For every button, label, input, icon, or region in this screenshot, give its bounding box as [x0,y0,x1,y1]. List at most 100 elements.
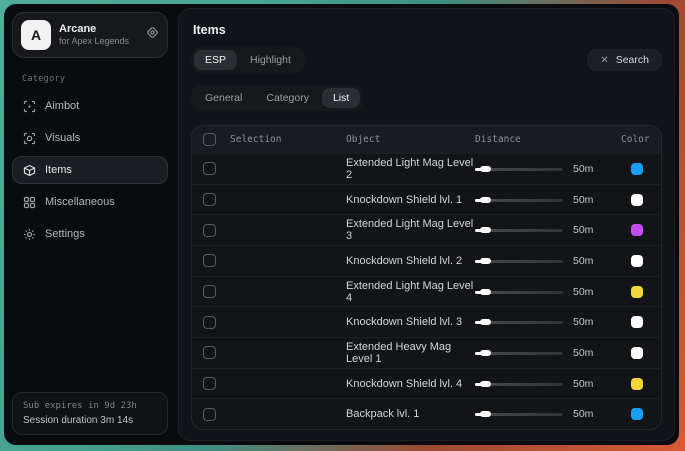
sidebar: A Arcane for Apex Legends Category Aimbo… [8,8,172,441]
distance-slider[interactable] [475,409,563,419]
table-row: Knockdown Shield lvl. 3 50m [192,306,661,337]
table-row: Extended Heavy Mag Level 1 50m [192,337,661,368]
row-checkbox[interactable] [203,316,216,329]
color-swatch[interactable] [631,224,643,236]
distance-value: 50m [573,316,593,328]
distance-value: 50m [573,255,593,267]
session-info-card: Sub expires in 9d 23h Session duration 3… [12,392,168,435]
slider-thumb[interactable] [480,289,491,295]
sidebar-item-miscellaneous[interactable]: Miscellaneous [12,188,168,216]
grid-icon [23,196,36,209]
table-header-row: Selection Object Distance Color [192,126,661,153]
row-checkbox[interactable] [203,162,216,175]
table-row: Knockdown Shield lvl. 2 50m [192,245,661,276]
slider-thumb[interactable] [480,227,491,233]
app-subtitle: for Apex Legends [59,36,138,47]
slider-thumb[interactable] [480,258,491,264]
color-swatch[interactable] [631,347,643,359]
color-swatch[interactable] [631,255,643,267]
object-name: Extended Light Mag Level 3 [346,218,475,242]
object-name: Knockdown Shield lvl. 3 [346,316,475,328]
page-title: Items [193,23,662,37]
tab-esp[interactable]: ESP [194,50,237,70]
sidebar-nav: Aimbot Visuals Items Miscellaneous Setti… [12,92,168,248]
tab-category[interactable]: Category [255,88,320,108]
x-icon: ✕ [600,55,608,66]
color-swatch[interactable] [631,378,643,390]
app-name: Arcane [59,23,138,37]
row-checkbox[interactable] [203,224,216,237]
row-checkbox[interactable] [203,193,216,206]
row-checkbox[interactable] [203,346,216,359]
column-header-object: Object [346,134,475,145]
object-name: Extended Heavy Mag Level 1 [346,341,475,365]
table-row: Backpack lvl. 1 50m [192,398,661,429]
distance-slider[interactable] [475,164,563,174]
object-name: Extended Light Mag Level 4 [346,280,475,304]
slider-thumb[interactable] [480,411,491,417]
distance-slider[interactable] [475,348,563,358]
object-name: Backpack lvl. 1 [346,408,475,420]
tab-highlight[interactable]: Highlight [239,50,302,70]
search-button[interactable]: ✕ Search [587,49,662,71]
sidebar-section-label: Category [22,74,168,84]
sidebar-item-visuals[interactable]: Visuals [12,124,168,152]
table-row: Extended Light Mag Level 2 50m [192,153,661,184]
distance-slider[interactable] [475,317,563,327]
table-row: Knockdown Shield lvl. 1 50m [192,184,661,215]
color-swatch[interactable] [631,163,643,175]
box-icon [23,164,36,177]
object-name: Knockdown Shield lvl. 4 [346,378,475,390]
column-header-color: Color [621,134,661,145]
sidebar-item-settings[interactable]: Settings [12,220,168,248]
object-name: Knockdown Shield lvl. 2 [346,255,475,267]
object-name: Extended Light Mag Level 2 [346,157,475,181]
row-checkbox[interactable] [203,408,216,421]
slider-thumb[interactable] [480,350,491,356]
table-body: Extended Light Mag Level 2 50m Knockdown… [192,153,661,429]
distance-slider[interactable] [475,256,563,266]
mode-tabs: ESPHighlight [191,47,305,73]
color-swatch[interactable] [631,316,643,328]
distance-value: 50m [573,163,593,175]
sidebar-item-items[interactable]: Items [12,156,168,184]
crosshair-icon [23,100,36,113]
column-header-selection: Selection [228,134,346,145]
sidebar-item-aimbot[interactable]: Aimbot [12,92,168,120]
distance-slider[interactable] [475,195,563,205]
session-duration-text: Session duration 3m 14s [23,415,157,426]
distance-slider[interactable] [475,225,563,235]
app-logo: A [21,20,51,50]
view-tabs: GeneralCategoryList [191,85,363,111]
color-swatch[interactable] [631,286,643,298]
table-row: Extended Light Mag Level 3 50m [192,214,661,245]
distance-slider[interactable] [475,379,563,389]
row-checkbox[interactable] [203,254,216,267]
distance-slider[interactable] [475,287,563,297]
distance-value: 50m [573,286,593,298]
distance-value: 50m [573,408,593,420]
slider-thumb[interactable] [480,166,491,172]
main-panel: Items ESPHighlight ✕ Search GeneralCateg… [178,8,675,441]
slider-thumb[interactable] [480,381,491,387]
gear-icon [23,228,36,241]
distance-value: 50m [573,347,593,359]
tab-list[interactable]: List [322,88,360,108]
color-swatch[interactable] [631,194,643,206]
diamond-target-icon[interactable] [146,26,159,44]
table-row: Extended Light Mag Level 4 50m [192,276,661,307]
select-all-checkbox[interactable] [203,133,216,146]
column-header-distance: Distance [475,134,621,145]
distance-value: 50m [573,378,593,390]
app-window: A Arcane for Apex Legends Category Aimbo… [4,4,679,445]
distance-value: 50m [573,194,593,206]
row-checkbox[interactable] [203,377,216,390]
items-table: Selection Object Distance Color Extended… [191,125,662,430]
tab-general[interactable]: General [194,88,253,108]
sub-expires-text: Sub expires in 9d 23h [23,401,157,411]
slider-thumb[interactable] [480,197,491,203]
slider-thumb[interactable] [480,319,491,325]
app-header-card: A Arcane for Apex Legends [12,12,168,58]
color-swatch[interactable] [631,408,643,420]
row-checkbox[interactable] [203,285,216,298]
